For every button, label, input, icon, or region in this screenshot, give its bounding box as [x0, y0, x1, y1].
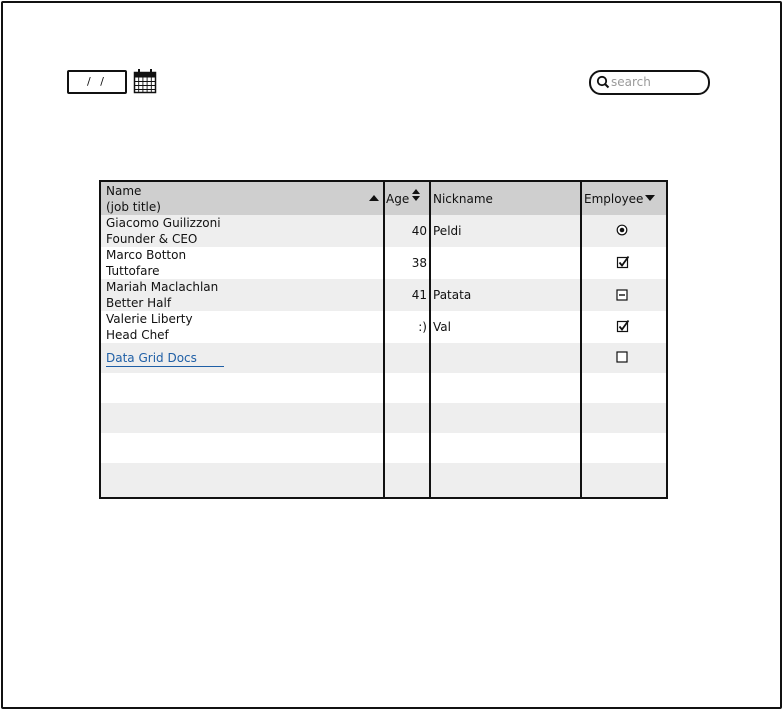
- employee-radio-selected[interactable]: [616, 224, 628, 236]
- header-name[interactable]: Name (job title): [106, 183, 346, 215]
- search-icon: [596, 75, 610, 89]
- cell-age: :): [418, 320, 427, 334]
- header-name-sub: (job title): [106, 200, 161, 214]
- cell-age: 41: [411, 288, 427, 302]
- cell-name: Valerie Liberty Head Chef: [106, 311, 376, 343]
- cell-age: 38: [411, 256, 427, 270]
- search-box[interactable]: [589, 70, 710, 95]
- cell-nickname: Val: [433, 320, 451, 334]
- data-grid: Name (job title) Age Nickname Employee G…: [99, 180, 668, 499]
- column-divider[interactable]: [429, 182, 431, 497]
- person-name: Mariah Maclachlan: [106, 280, 219, 294]
- header-name-label: Name: [106, 184, 142, 198]
- header-employee[interactable]: Employee: [584, 191, 643, 207]
- dropdown-arrow-icon[interactable]: [645, 195, 655, 201]
- data-grid-docs-link[interactable]: Data Grid Docs: [106, 350, 226, 367]
- person-name: Giacomo Guilizzoni: [106, 216, 221, 230]
- employee-checkbox-checked[interactable]: [616, 255, 630, 269]
- date-field[interactable]: / /: [67, 70, 127, 94]
- sort-up-icon[interactable]: [412, 189, 420, 194]
- cell-name: Mariah Maclachlan Better Half: [106, 279, 376, 311]
- employee-checkbox-checked[interactable]: [616, 319, 630, 333]
- column-divider[interactable]: [580, 182, 582, 497]
- job-title: Founder & CEO: [106, 232, 198, 246]
- calendar-icon[interactable]: [133, 68, 157, 94]
- person-name: Marco Botton: [106, 248, 187, 262]
- job-title: Head Chef: [106, 328, 169, 342]
- cell-name: Giacomo Guilizzoni Founder & CEO: [106, 215, 376, 247]
- search-input[interactable]: [611, 73, 699, 90]
- cell-nickname: Peldi: [433, 224, 462, 238]
- employee-checkbox-unchecked[interactable]: [616, 351, 628, 363]
- header-age[interactable]: Age: [386, 191, 409, 207]
- cell-nickname: Patata: [433, 288, 472, 302]
- cell-age: 40: [411, 224, 427, 238]
- person-name: Valerie Liberty: [106, 312, 193, 326]
- job-title: Tuttofare: [106, 264, 160, 278]
- cell-name: Marco Botton Tuttofare: [106, 247, 376, 279]
- column-divider[interactable]: [383, 182, 385, 497]
- header-nickname[interactable]: Nickname: [433, 191, 493, 207]
- employee-checkbox-indeterminate[interactable]: [616, 289, 628, 301]
- sort-down-icon[interactable]: [412, 196, 420, 201]
- link-label[interactable]: Data Grid Docs: [106, 350, 224, 367]
- sort-ascending-icon[interactable]: [369, 195, 379, 201]
- job-title: Better Half: [106, 296, 172, 310]
